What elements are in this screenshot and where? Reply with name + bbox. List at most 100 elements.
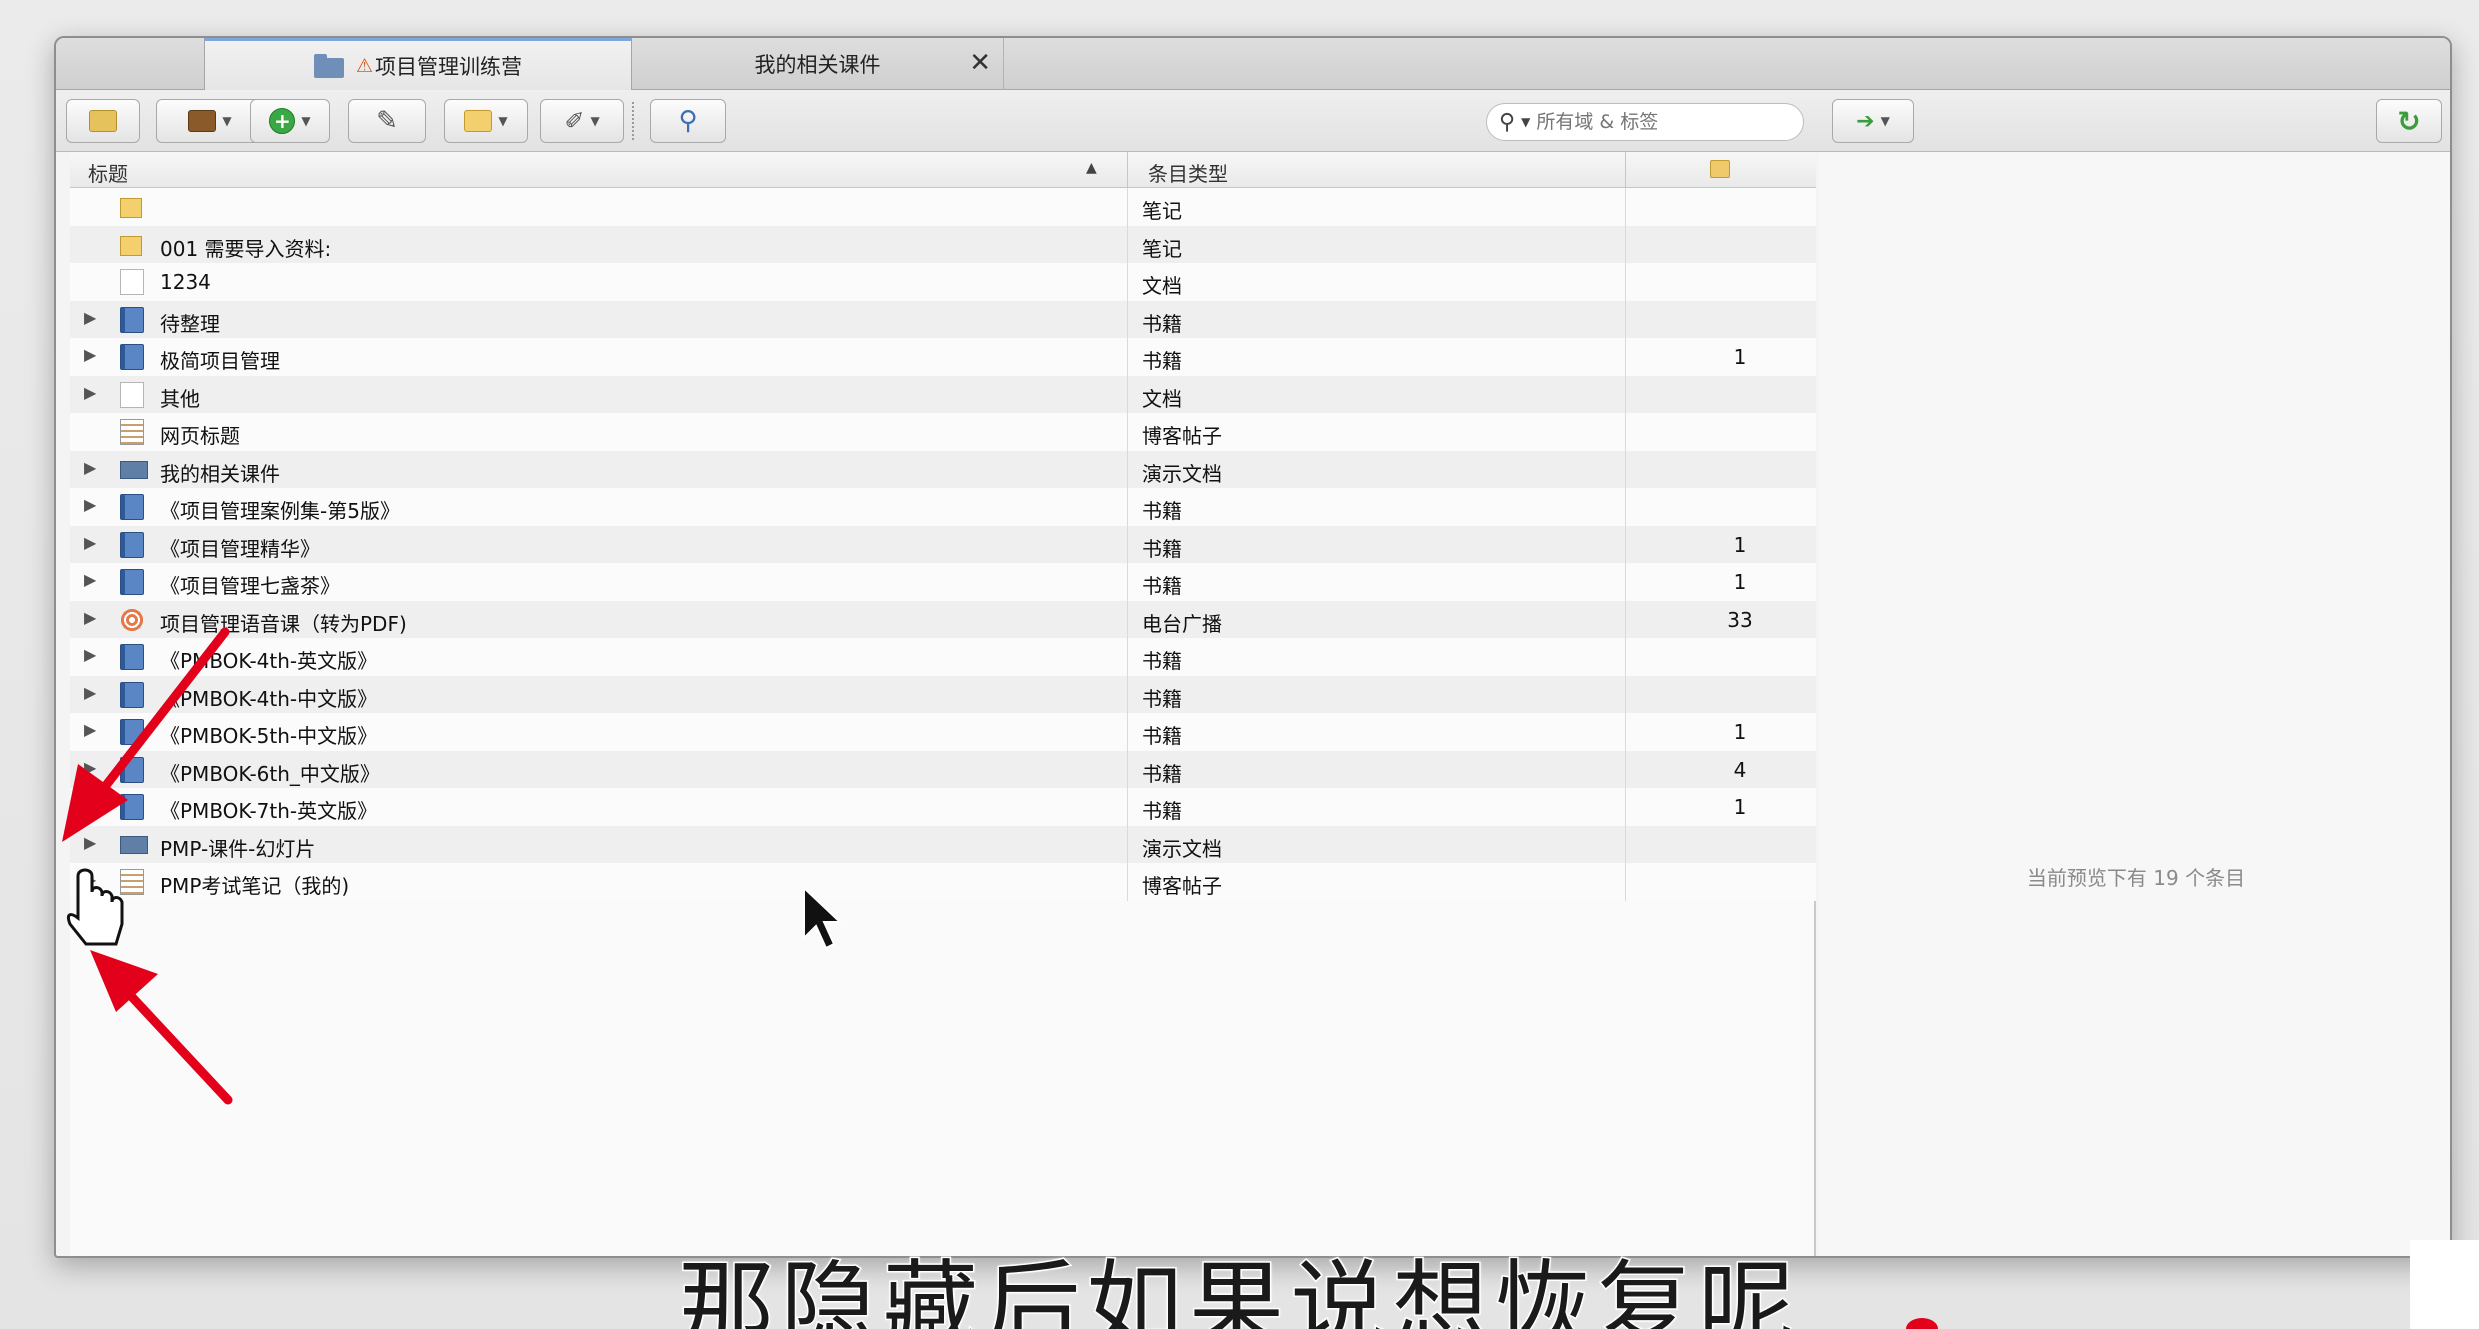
attachment-button[interactable]: ✐ ▼ xyxy=(540,99,624,143)
cell-separator xyxy=(1127,863,1128,901)
table-row[interactable]: 1234 文档 xyxy=(70,263,1816,301)
disclosure-triangle-icon[interactable]: ▶ xyxy=(84,683,96,702)
webpage-icon xyxy=(120,419,144,445)
chevron-down-icon: ▼ xyxy=(222,114,232,128)
cell-separator xyxy=(1127,563,1128,601)
table-row[interactable]: ▶ 我的相关课件 演示文档 xyxy=(70,450,1816,488)
disclosure-triangle-icon[interactable]: ▶ xyxy=(84,870,96,889)
disclosure-triangle-icon[interactable]: ▶ xyxy=(84,308,96,327)
tab-related-courseware[interactable]: 我的相关课件 ✕ xyxy=(632,38,1004,90)
presentation-icon xyxy=(120,835,148,854)
column-item-type[interactable]: 条目类型 xyxy=(1148,158,1228,187)
close-icon[interactable]: ✕ xyxy=(969,48,991,78)
row-title: 项目管理语音课（转为PDF) xyxy=(160,611,407,636)
row-note-count: 1 xyxy=(1733,570,1747,594)
row-note-count: 1 xyxy=(1733,345,1747,369)
column-title[interactable]: 标题 xyxy=(88,158,128,187)
new-item-button[interactable]: + ▼ xyxy=(250,99,330,143)
cell-separator xyxy=(1625,413,1626,451)
webpage-icon xyxy=(120,869,144,895)
tab-label: 我的相关课件 xyxy=(754,53,881,77)
cell-separator xyxy=(1127,450,1128,488)
new-collection-button[interactable] xyxy=(66,99,140,143)
table-row[interactable]: ▶ 项目管理语音课（转为PDF) 电台广播 33 xyxy=(70,600,1816,638)
cell-separator xyxy=(1127,338,1128,376)
cell-separator xyxy=(1625,450,1626,488)
tools-button[interactable]: ✎ xyxy=(348,99,426,143)
folder-icon xyxy=(313,53,344,78)
column-separator[interactable] xyxy=(1625,152,1626,188)
cell-separator xyxy=(1127,750,1128,788)
disclosure-triangle-icon[interactable]: ▶ xyxy=(84,645,96,664)
search-icon: ⚲ xyxy=(1499,109,1516,135)
cell-separator xyxy=(1625,600,1626,638)
book-icon xyxy=(120,681,144,708)
chevron-down-icon: ▼ xyxy=(1880,114,1890,128)
folder-icon xyxy=(89,110,117,132)
tab-library[interactable]: ⚠ 项目管理训练营 xyxy=(204,38,632,90)
note-icon xyxy=(120,235,142,256)
cell-separator xyxy=(1625,825,1626,863)
row-title: 《PMBOK-6th_中文版》 xyxy=(160,761,380,786)
table-row[interactable]: ▶ 其他 文档 xyxy=(70,375,1816,413)
table-row[interactable]: ▶ PMP-课件-幻灯片 演示文档 xyxy=(70,825,1816,863)
sync-button[interactable]: ↻ xyxy=(2376,99,2442,143)
row-note-count: 33 xyxy=(1727,607,1753,632)
table-row[interactable]: ▶ 《PMBOK-7th-英文版》 书籍 1 xyxy=(70,788,1816,826)
search-field[interactable]: ⚲ ▼ xyxy=(1486,103,1804,141)
magnifier-icon: ⚲ xyxy=(678,106,698,136)
new-note-button[interactable]: ▼ xyxy=(444,99,528,143)
disclosure-triangle-icon[interactable]: ▶ xyxy=(84,720,96,739)
note-icon xyxy=(120,198,142,218)
cell-separator xyxy=(1625,788,1626,826)
column-header: 标题 ▲ 条目类型 xyxy=(70,152,1816,188)
table-row[interactable]: ▶ 《项目管理精华》 书籍 1 xyxy=(70,525,1816,563)
move-to-button[interactable]: ▼ xyxy=(156,99,264,143)
column-separator[interactable] xyxy=(1127,152,1128,188)
table-row[interactable]: ▶ 《PMBOK-4th-英文版》 书籍 xyxy=(70,638,1816,676)
cell-separator xyxy=(1127,713,1128,751)
cell-separator xyxy=(1625,675,1626,713)
table-row[interactable]: ▶ 待整理 书籍 xyxy=(70,300,1816,338)
chevron-down-icon[interactable]: ▼ xyxy=(1521,115,1530,129)
advanced-search-button[interactable]: ⚲ xyxy=(650,99,726,143)
disclosure-triangle-icon[interactable]: ▶ xyxy=(84,458,96,477)
table-row[interactable]: ▶ 极简项目管理 书籍 1 xyxy=(70,338,1816,376)
disclosure-triangle-icon[interactable]: ▶ xyxy=(84,608,96,627)
disclosure-triangle-icon[interactable]: ▶ xyxy=(84,383,96,402)
cell-separator xyxy=(1625,188,1626,226)
row-title: 《PMBOK-4th-中文版》 xyxy=(160,686,378,711)
table-row[interactable]: ▶ 《项目管理七盏茶》 书籍 1 xyxy=(70,563,1816,601)
table-row[interactable]: 笔记 xyxy=(70,188,1816,226)
table-row[interactable]: ▶ 《PMBOK-6th_中文版》 书籍 4 xyxy=(70,750,1816,788)
table-row[interactable]: ▶ 《PMBOK-5th-中文版》 书籍 1 xyxy=(70,713,1816,751)
item-rows: 笔记 001 需要导入资料: 笔记 1234 文档 ▶ 待整理 书籍 ▶ 极简项目管理 书籍 1 ▶ 其他… xyxy=(70,188,1816,901)
note-icon[interactable] xyxy=(1710,160,1730,178)
table-row[interactable]: 网页标题 博客帖子 xyxy=(70,413,1816,451)
disclosure-triangle-icon[interactable]: ▶ xyxy=(84,570,96,589)
disclosure-triangle-icon[interactable]: ▶ xyxy=(84,495,96,514)
row-note-count: 1 xyxy=(1733,795,1747,819)
cell-separator xyxy=(1625,263,1626,301)
row-note-count: 4 xyxy=(1733,757,1747,782)
book-icon xyxy=(120,756,144,783)
table-row[interactable]: ▶ 《PMBOK-4th-中文版》 书籍 xyxy=(70,675,1816,713)
disclosure-triangle-icon[interactable]: ▶ xyxy=(84,795,96,814)
book-icon xyxy=(120,531,144,558)
table-row[interactable]: ▶ PMP考试笔记（我的) 博客帖子 xyxy=(70,863,1816,901)
items-list[interactable]: 标题 ▲ 条目类型 笔记 001 需要导入资料: 笔记 1234 文档 ▶ 待整理 书籍 ▶ 极简… xyxy=(70,152,1816,1256)
disclosure-triangle-icon[interactable]: ▶ xyxy=(84,758,96,777)
row-item-type: 书籍 xyxy=(1142,311,1182,336)
table-row[interactable]: ▶ 《项目管理案例集-第5版》 书籍 xyxy=(70,488,1816,526)
disclosure-triangle-icon[interactable]: ▶ xyxy=(84,533,96,552)
row-title: 待整理 xyxy=(160,311,220,336)
disclosure-triangle-icon[interactable]: ▶ xyxy=(84,345,96,364)
row-item-type: 书籍 xyxy=(1142,349,1182,373)
table-row[interactable]: 001 需要导入资料: 笔记 xyxy=(70,225,1816,263)
disclosure-triangle-icon[interactable]: ▶ xyxy=(84,833,96,852)
briefcase-icon xyxy=(188,110,217,132)
search-input[interactable] xyxy=(1536,111,1767,133)
locate-button[interactable]: ➔ ▼ xyxy=(1832,99,1914,143)
cell-separator xyxy=(1127,488,1128,526)
row-item-type: 书籍 xyxy=(1142,649,1182,673)
